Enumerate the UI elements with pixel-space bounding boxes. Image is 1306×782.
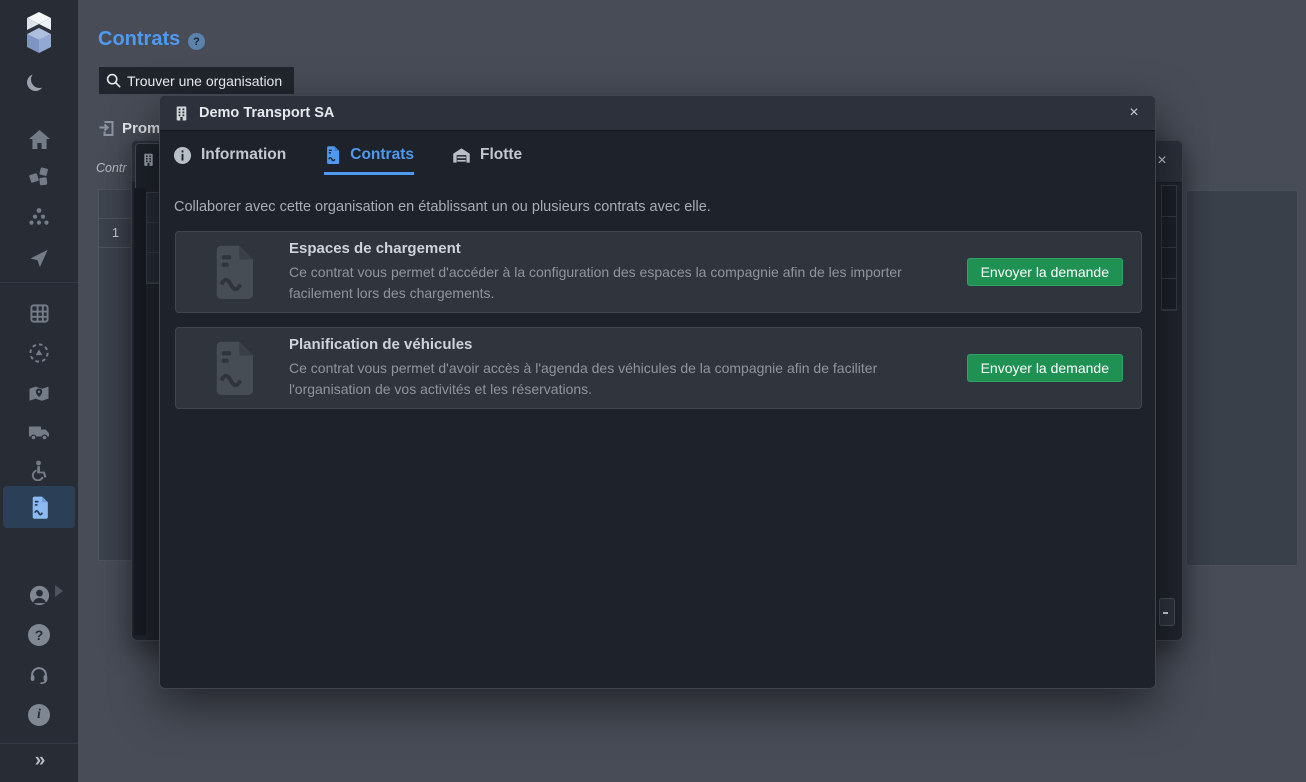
packages-icon	[27, 165, 51, 189]
import-doc-icon	[98, 120, 115, 137]
contract-doc-icon	[176, 338, 289, 398]
sidebar-item-grid[interactable]	[0, 296, 78, 330]
sidebar-item-home[interactable]	[0, 122, 78, 156]
dialog-description: Collaborer avec cette organisation en ét…	[174, 199, 711, 215]
grid-box-icon	[29, 303, 50, 324]
building-icon	[174, 106, 189, 121]
sidebar: ? i »	[0, 0, 78, 782]
search-icon	[106, 73, 121, 88]
app-logo-cubes-icon[interactable]	[0, 8, 78, 58]
info-icon: i	[28, 704, 50, 726]
send-icon	[29, 248, 49, 268]
contract-doc-icon	[176, 242, 289, 302]
sidebar-item-packages[interactable]	[0, 160, 78, 194]
background-add-button-fragment[interactable]	[1159, 598, 1175, 626]
section-header: Prom	[98, 120, 160, 137]
sidebar-item-user[interactable]	[0, 578, 78, 612]
contract-description: Ce contrat vous permet d'avoir accès à l…	[289, 358, 961, 399]
tab-label: Contrats	[350, 146, 414, 164]
table-column-label: Contr	[96, 161, 127, 175]
sidebar-item-group[interactable]	[0, 200, 78, 234]
background-panel	[1186, 190, 1298, 566]
send-request-button[interactable]: Envoyer la demande	[967, 258, 1123, 286]
background-dialog-tab[interactable]	[135, 143, 162, 188]
user-icon	[28, 584, 51, 607]
contract-card-body: Espaces de chargement Ce contrat vous pe…	[289, 240, 967, 303]
moon-icon	[31, 71, 48, 88]
contract-description: Ce contrat vous permet d'accéder à la co…	[289, 262, 961, 303]
sidebar-item-map[interactable]	[0, 376, 78, 410]
headset-icon	[28, 664, 50, 686]
background-dialog-scroll-gutter[interactable]	[134, 188, 146, 635]
tab-flotte[interactable]: Flotte	[452, 145, 522, 175]
dialog-close-button[interactable]: ×	[1123, 102, 1145, 124]
organisation-dialog: Demo Transport SA × Information	[159, 95, 1156, 689]
building-icon	[142, 153, 155, 166]
organisation-search[interactable]	[99, 67, 294, 94]
map-icon	[28, 384, 50, 403]
sidebar-item-hub[interactable]	[0, 336, 78, 370]
dark-mode-toggle[interactable]	[0, 62, 78, 96]
contract-list: Espaces de chargement Ce contrat vous pe…	[175, 231, 1142, 423]
sidebar-item-accessibility[interactable]	[0, 453, 78, 487]
sidebar-item-about[interactable]: i	[0, 698, 78, 732]
tab-label: Information	[201, 146, 286, 164]
contract-title: Planification de véhicules	[289, 336, 967, 353]
contract-card-espaces: Espaces de chargement Ce contrat vous pe…	[175, 231, 1142, 313]
hub-icon	[28, 342, 50, 364]
home-icon	[29, 130, 50, 149]
sidebar-divider	[0, 282, 78, 283]
sidebar-item-support[interactable]	[0, 658, 78, 692]
sidebar-item-contracts-active[interactable]	[3, 486, 75, 528]
contract-card-body: Planification de véhicules Ce contrat vo…	[289, 336, 967, 399]
accessibility-icon	[29, 460, 49, 481]
dialog-tabs: Information Contrats	[173, 145, 522, 175]
dialog-header: Demo Transport SA	[160, 96, 1155, 131]
page-title: Contrats	[98, 28, 180, 51]
contract-title: Espaces de chargement	[289, 240, 967, 257]
tab-label: Flotte	[480, 146, 522, 164]
info-circle-icon	[173, 146, 192, 165]
sidebar-divider	[0, 743, 78, 744]
table-row-number[interactable]: 1	[99, 219, 132, 248]
chevron-right-icon	[55, 585, 63, 597]
contract-doc-icon	[29, 495, 50, 520]
page-help-badge[interactable]: ?	[188, 33, 205, 50]
truck-icon	[28, 423, 50, 441]
contracts-table-fragment: 1	[98, 189, 133, 561]
sidebar-item-truck[interactable]	[0, 415, 78, 449]
contract-doc-icon	[324, 145, 341, 165]
section-title: Prom	[122, 120, 160, 137]
sidebar-item-send[interactable]	[0, 241, 78, 275]
search-input[interactable]	[127, 73, 287, 89]
contract-card-planification: Planification de véhicules Ce contrat vo…	[175, 327, 1142, 409]
background-table-fragment-right	[1161, 185, 1177, 311]
sidebar-expand-button[interactable]: »	[0, 750, 78, 772]
group-icon	[28, 207, 50, 227]
sidebar-item-help[interactable]: ?	[0, 618, 78, 652]
tab-contrats[interactable]: Contrats	[324, 145, 414, 175]
help-icon: ?	[28, 624, 50, 646]
table-header-cell	[99, 190, 132, 219]
send-request-button[interactable]: Envoyer la demande	[967, 354, 1123, 382]
background-table-fragment-left	[146, 192, 160, 284]
app-window: ? i » Contrats ? Prom	[0, 0, 1306, 782]
tab-information[interactable]: Information	[173, 145, 286, 175]
dialog-title: Demo Transport SA	[199, 105, 334, 121]
garage-icon	[452, 147, 471, 164]
